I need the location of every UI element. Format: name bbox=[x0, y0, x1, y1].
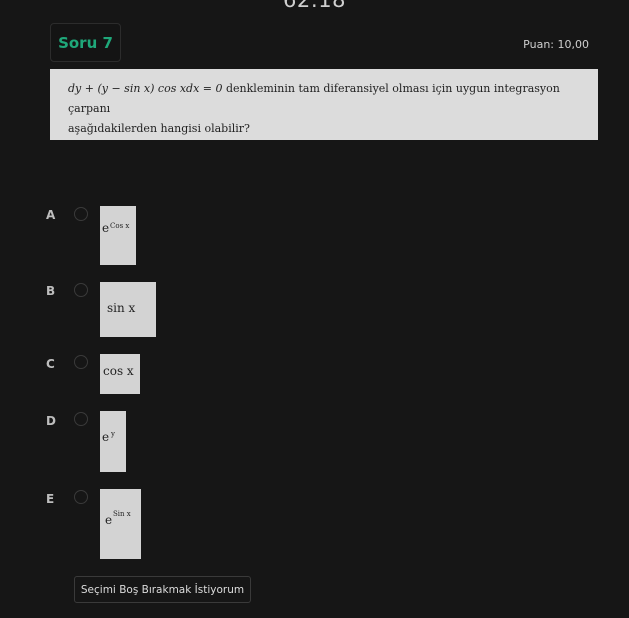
question-points: Puan: 10,00 bbox=[523, 38, 589, 51]
option-e-exponent: Sin x bbox=[113, 510, 131, 518]
question-number-label: Soru 7 bbox=[58, 33, 113, 52]
option-letter: B bbox=[46, 284, 56, 298]
option-letter: C bbox=[46, 357, 55, 371]
option-a-base: e bbox=[102, 221, 110, 235]
question-text-line2: aşağıdakilerden hangisi olabilir? bbox=[68, 122, 250, 135]
option-c-text: cos x bbox=[103, 364, 134, 378]
option-a-exponent: Cos x bbox=[110, 222, 130, 230]
option-d-radio[interactable] bbox=[74, 412, 88, 426]
option-d-base: e bbox=[102, 430, 110, 444]
option-d-exponent: y bbox=[111, 430, 115, 438]
option-e-radio[interactable] bbox=[74, 490, 88, 504]
option-letter: E bbox=[46, 492, 55, 506]
option-b-answer-image[interactable]: sin x bbox=[100, 282, 156, 337]
option-b-text: sin x bbox=[107, 301, 136, 315]
leave-blank-button[interactable]: Seçimi Boş Bırakmak İstiyorum bbox=[74, 576, 251, 603]
question-number-badge: Soru 7 bbox=[50, 23, 121, 62]
option-letter: A bbox=[46, 208, 56, 222]
question-equation: dy + (y − sin x) cos xdx = 0 bbox=[68, 82, 223, 95]
option-b-radio[interactable] bbox=[74, 283, 88, 297]
option-a-radio[interactable] bbox=[74, 207, 88, 221]
option-d-answer-image[interactable]: e y bbox=[100, 411, 126, 472]
option-letter: D bbox=[46, 414, 56, 428]
option-c-answer-image[interactable]: cos x bbox=[100, 354, 140, 394]
option-e-base: e bbox=[105, 513, 113, 527]
question-image: dy + (y − sin x) cos xdx = 0 denkleminin… bbox=[50, 69, 598, 140]
option-a-answer-image[interactable]: e Cos x bbox=[100, 206, 136, 265]
countdown-timer: 62:18 bbox=[282, 0, 347, 12]
option-c-radio[interactable] bbox=[74, 355, 88, 369]
option-e-answer-image[interactable]: e Sin x bbox=[100, 489, 141, 559]
